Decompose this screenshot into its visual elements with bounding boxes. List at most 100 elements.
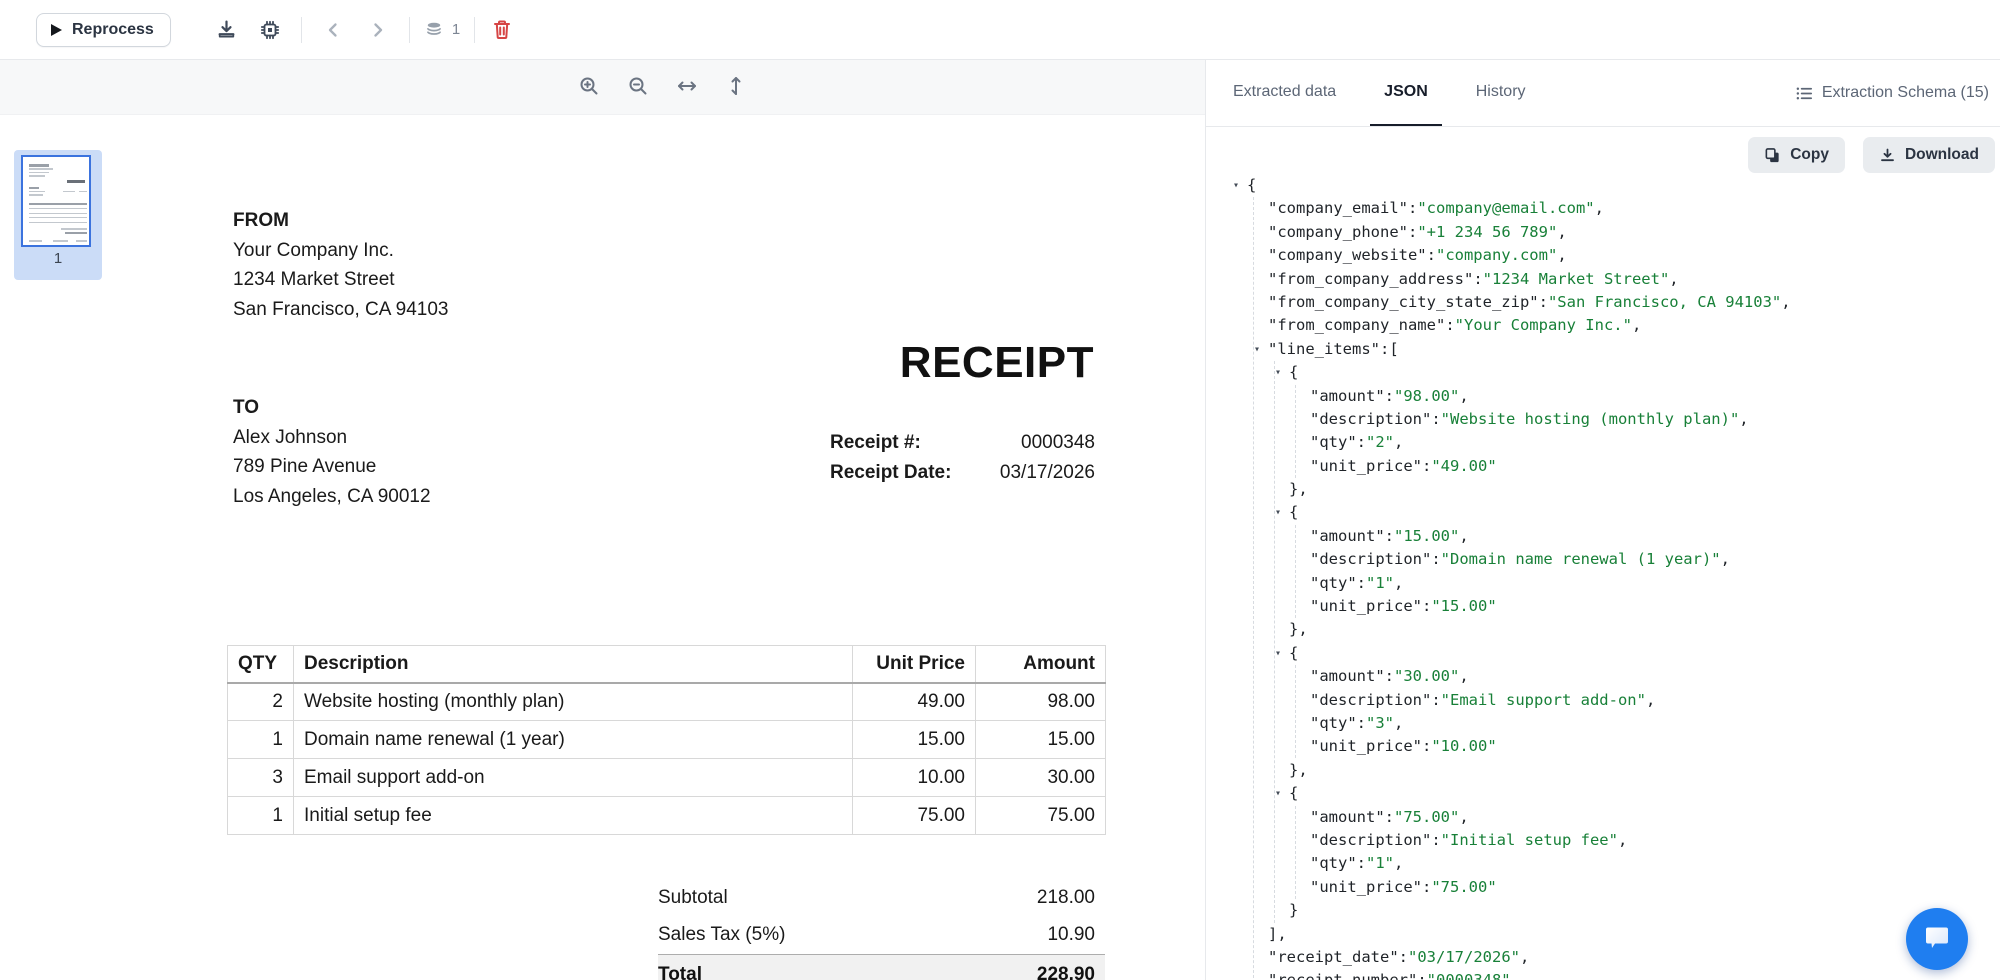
json-punct: }, (1289, 761, 1308, 779)
json-value: "company@email.com" (1417, 199, 1594, 217)
json-comma: , (1557, 223, 1566, 241)
collapse-toggle-icon[interactable]: ▾ (1275, 361, 1281, 384)
tab-json[interactable]: JSON (1370, 60, 1442, 126)
json-colon: : (1422, 878, 1431, 896)
json-comma: , (1595, 199, 1604, 217)
fit-height-icon[interactable] (725, 75, 747, 97)
json-colon: : (1422, 457, 1431, 475)
collapse-toggle-icon[interactable]: ▾ (1275, 501, 1281, 524)
copy-button[interactable]: Copy (1748, 137, 1845, 173)
json-value: "company.com" (1436, 246, 1557, 264)
json-line: "from_company_name":"Your Company Inc.", (1234, 314, 1998, 337)
tab-extracted-data[interactable]: Extracted data (1219, 60, 1350, 126)
table-cell: 3 (228, 759, 294, 797)
json-key: "amount" (1310, 808, 1385, 826)
json-punct: [ (1389, 340, 1398, 358)
table-row: 1Initial setup fee75.0075.00 (228, 797, 1106, 835)
chevron-left-icon[interactable] (320, 17, 346, 43)
fit-width-icon[interactable] (676, 75, 698, 97)
json-colon: : (1357, 714, 1366, 732)
json-colon: : (1431, 831, 1440, 849)
from-address-line: 1234 Market Street (233, 265, 448, 295)
to-address-line: 789 Pine Avenue (233, 452, 431, 482)
table-cell: 30.00 (976, 759, 1106, 797)
receipt-meta-label: Receipt #: (830, 432, 921, 462)
json-line: ▾{ (1234, 642, 1998, 665)
json-line: "qty":"3", (1234, 712, 1998, 735)
json-value: "1" (1366, 854, 1394, 872)
json-key: "company_website" (1268, 246, 1427, 264)
chat-launcher-button[interactable] (1906, 908, 1968, 970)
json-punct: ], (1268, 925, 1287, 943)
to-label: TO (233, 393, 431, 423)
json-key: "qty" (1310, 433, 1357, 451)
collapse-toggle-icon[interactable]: ▾ (1234, 174, 1239, 197)
json-colon: : (1357, 854, 1366, 872)
json-key: "description" (1310, 831, 1431, 849)
json-key: "receipt_number" (1268, 971, 1417, 980)
chevron-right-icon[interactable] (365, 17, 391, 43)
reprocess-label: Reprocess (72, 21, 154, 39)
json-line: "qty":"1", (1234, 852, 1998, 875)
stack-count: 1 (452, 21, 460, 38)
json-punct: }, (1289, 620, 1308, 638)
json-key: "description" (1310, 691, 1431, 709)
json-value: "1234 Market Street" (1483, 270, 1670, 288)
table-row: 2Website hosting (monthly plan)49.0098.0… (228, 683, 1106, 721)
stack-icon[interactable] (422, 17, 448, 43)
json-line: ▾{ (1234, 361, 1998, 384)
json-value: "Initial setup fee" (1441, 831, 1618, 849)
json-key: "company_email" (1268, 199, 1408, 217)
json-line: "description":"Website hosting (monthly … (1234, 408, 1998, 431)
collapse-toggle-icon[interactable]: ▾ (1275, 642, 1281, 665)
json-comma: , (1394, 854, 1403, 872)
json-key: "line_items" (1268, 340, 1380, 358)
table-cell: Email support add-on (294, 759, 853, 797)
page-thumbnail[interactable]: 1 (14, 150, 102, 280)
download-button[interactable]: Download (1863, 137, 1995, 173)
json-value: "0000348" (1427, 971, 1511, 980)
json-line: ▾{ (1234, 174, 1998, 197)
json-line: }, (1234, 478, 1998, 501)
json-punct: } (1289, 901, 1298, 919)
json-value: "30.00" (1394, 667, 1459, 685)
json-value: "15.00" (1394, 527, 1459, 545)
extraction-schema-link[interactable]: Extraction Schema (15) (1795, 60, 1989, 126)
table-cell: 2 (228, 683, 294, 721)
top-toolbar: Reprocess 1 (0, 0, 2000, 60)
copy-label: Copy (1790, 146, 1829, 164)
json-key: "qty" (1310, 574, 1357, 592)
column-header: Amount (976, 646, 1106, 683)
collapse-toggle-icon[interactable]: ▾ (1254, 338, 1260, 361)
to-address-lines: Alex Johnson789 Pine AvenueLos Angeles, … (233, 423, 431, 512)
json-comma: , (1781, 293, 1790, 311)
json-line: ▾{ (1234, 501, 1998, 524)
json-key: "qty" (1310, 714, 1357, 732)
json-comma: , (1459, 527, 1468, 545)
trash-icon[interactable] (489, 17, 515, 43)
json-line: "unit_price":"15.00" (1234, 595, 1998, 618)
zoom-out-icon[interactable] (627, 75, 649, 97)
json-key: "amount" (1310, 667, 1385, 685)
json-colon: : (1408, 223, 1417, 241)
json-line: "from_company_address":"1234 Market Stre… (1234, 268, 1998, 291)
tab-history[interactable]: History (1462, 60, 1540, 126)
json-line: ▾{ (1234, 782, 1998, 805)
collapse-toggle-icon[interactable]: ▾ (1275, 782, 1281, 805)
reprocess-button[interactable]: Reprocess (36, 13, 171, 47)
json-line: "from_company_city_state_zip":"San Franc… (1234, 291, 1998, 314)
subtotal-row: Subtotal 218.00 (658, 887, 1095, 909)
json-punct: { (1289, 644, 1298, 662)
table-cell: 1 (228, 797, 294, 835)
from-address-line: San Francisco, CA 94103 (233, 295, 448, 325)
download-document-icon[interactable] (214, 17, 240, 43)
chip-icon[interactable] (257, 17, 283, 43)
json-value: "15.00" (1431, 597, 1496, 615)
line-items-table: QTYDescriptionUnit PriceAmount 2Website … (227, 645, 1106, 835)
json-comma: , (1394, 574, 1403, 592)
json-comma: , (1459, 808, 1468, 826)
json-key: "company_phone" (1268, 223, 1408, 241)
json-value: "98.00" (1394, 387, 1459, 405)
zoom-in-icon[interactable] (578, 75, 600, 97)
json-colon: : (1431, 550, 1440, 568)
